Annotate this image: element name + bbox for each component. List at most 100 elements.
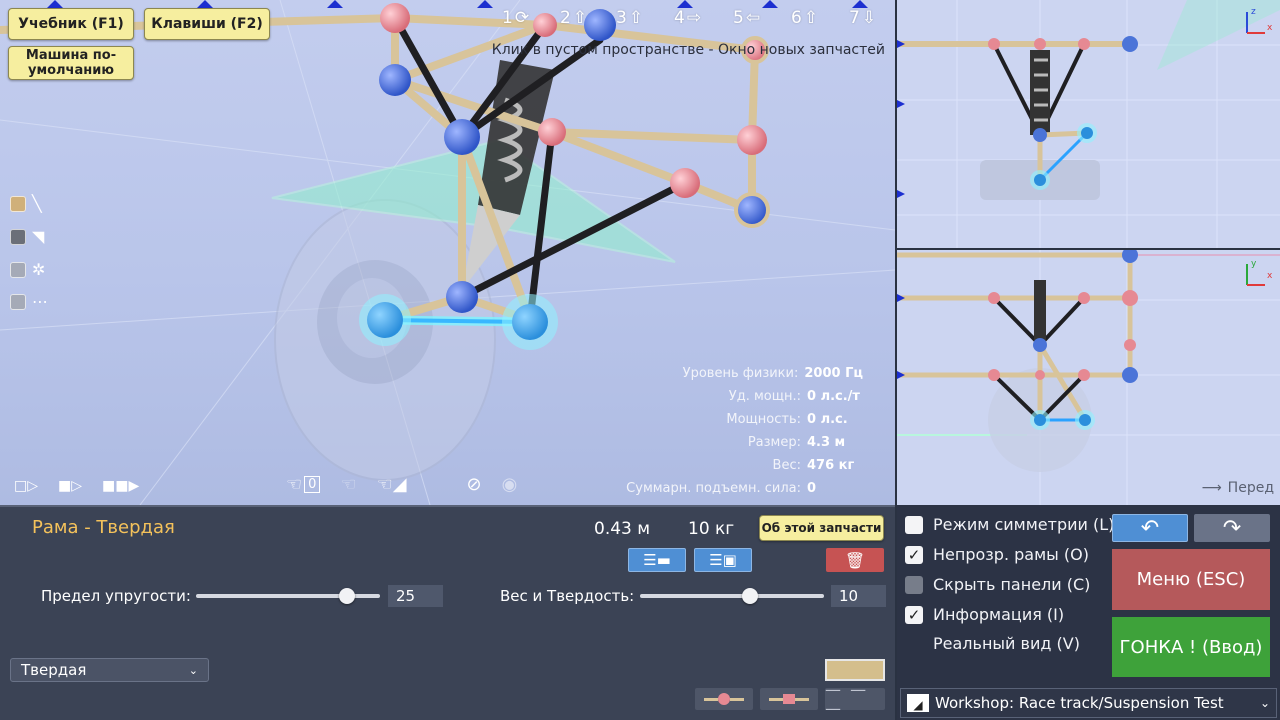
elastic-limit-slider[interactable] <box>196 588 380 604</box>
tutorial-label: Учебник (F1) <box>18 15 124 32</box>
view-3-button[interactable]: 3 ⇧ <box>616 8 643 28</box>
weight-hardness-slider[interactable] <box>640 588 824 604</box>
top-view-icon: ⇧ <box>803 8 819 28</box>
play-fast-icon[interactable]: ■■▶ <box>102 478 139 494</box>
checkmark-icon: ✓ <box>905 605 923 624</box>
view-1-label: 1 <box>502 8 513 28</box>
about-part-button[interactable]: Об этой запчасти <box>759 515 884 541</box>
part-properties-panel: Рама - Твердая 0.43 м 10 кг Об этой запч… <box>0 505 895 720</box>
diamond-view-icon: ⇧ <box>572 8 588 28</box>
track-select[interactable]: ◢ Workshop: Race track/Suspension Test ⌄ <box>900 688 1277 718</box>
stat-size-label: Размер: <box>747 435 801 450</box>
view-3-label: 3 <box>616 8 627 28</box>
menu-button[interactable]: Меню (ESC) <box>1112 549 1270 610</box>
side-view-front[interactable]: zx <box>897 0 1280 248</box>
bottom-view-icon: ⇩ <box>861 8 877 28</box>
view-7-button[interactable]: 7 ⇩ <box>849 8 876 28</box>
tool-wheel[interactable]: ✲ <box>10 260 45 279</box>
sliders-folder-icon: ☰▬ <box>643 551 671 569</box>
load-settings-button[interactable]: ☰▬ <box>628 548 686 572</box>
hide-panels-label: Скрыть панели (C) <box>933 575 1091 594</box>
parts-counter-value: 0 <box>304 476 321 493</box>
hand-shade-icon[interactable]: ☜◢ <box>377 474 407 495</box>
hand-parts-icon: ☜ <box>286 474 303 495</box>
sliders-save-icon: ☰▣ <box>709 551 737 569</box>
track-select-value: Workshop: Race track/Suspension Test <box>935 694 1224 712</box>
symmetry-checkbox[interactable]: Режим симметрии (L) <box>905 515 1114 534</box>
tool-more[interactable]: ⋯ <box>10 292 48 311</box>
tool-beam[interactable]: ╲ <box>10 194 42 213</box>
pointer-tool-icon: ◥ <box>32 227 45 246</box>
parts-counter-button[interactable]: ☜ 0 <box>286 474 321 495</box>
part-title: Рама - Твердая <box>32 517 175 538</box>
wheel-color-swatch <box>10 261 26 278</box>
right-view-icon: ⇨ <box>686 8 702 28</box>
view-6-button[interactable]: 6 ⇧ <box>791 8 818 28</box>
svg-text:x: x <box>1267 271 1273 281</box>
info-checkbox[interactable]: ✓ Информация (I) <box>905 605 1064 624</box>
material-select[interactable]: Твердая ⌄ <box>10 658 209 682</box>
hide-eye-icon[interactable]: ⊘ <box>467 474 482 495</box>
view-1-button[interactable]: 1 ⟳ <box>502 8 529 28</box>
elastic-limit-field[interactable]: 25 <box>388 585 443 607</box>
svg-text:z: z <box>1251 7 1256 17</box>
weight-hardness-field[interactable]: 10 <box>831 585 886 607</box>
trash-icon: 🗑 <box>844 550 866 570</box>
stat-specific-power-value: 0 л.с./т <box>807 389 860 404</box>
save-settings-button[interactable]: ☰▣ <box>694 548 752 572</box>
view-2-button[interactable]: 2 ⇧ <box>560 8 587 28</box>
weight-hardness-knob[interactable] <box>742 588 759 604</box>
undo-arrow-icon: ↶ <box>1140 515 1160 541</box>
main-3d-viewport[interactable]: Учебник (F1) Клавиши (F2) Машина по-умол… <box>0 0 895 505</box>
menu-button-label: Меню (ESC) <box>1136 569 1246 590</box>
hand-ghost-icon[interactable]: ☜ <box>340 474 356 495</box>
opaque-frames-label: Непрозр. рамы (O) <box>933 545 1089 564</box>
stat-row: Уд. мощн.: 0 л.с./т <box>626 385 863 408</box>
checkmark-icon: ✓ <box>905 545 923 564</box>
svg-text:x: x <box>1267 23 1273 33</box>
side-view-top[interactable]: yx ⟶ Перед <box>897 250 1280 505</box>
play-normal-icon[interactable]: ■▷ <box>58 478 82 494</box>
view-5-label: 5 <box>733 8 744 28</box>
stat-weight-value: 476 кг <box>807 458 855 473</box>
stat-specific-power-label: Уд. мощн.: <box>728 389 801 404</box>
part-color-swatch[interactable] <box>825 659 885 681</box>
more-color-swatch <box>10 293 26 310</box>
view-4-button[interactable]: 4 ⇨ <box>674 8 701 28</box>
elastic-limit-knob[interactable] <box>338 588 355 604</box>
beam-color-swatch <box>10 195 26 212</box>
speed-controls: □▷ ■▷ ■■▶ <box>14 478 139 494</box>
checkbox-box <box>905 515 923 534</box>
style-block-beam-button[interactable] <box>760 688 818 710</box>
info-label: Информация (I) <box>933 605 1065 624</box>
style-dashed-button[interactable]: — — — <box>825 680 885 718</box>
race-button[interactable]: ГОНКА ! (Ввод) <box>1112 617 1270 677</box>
opaque-frames-checkbox[interactable]: ✓ Непрозр. рамы (O) <box>905 545 1089 564</box>
mountain-image-icon: ◢ <box>907 694 929 712</box>
view-5-button[interactable]: 5 ⇦ <box>733 8 760 28</box>
stat-weight-label: Вес: <box>772 458 801 473</box>
stat-row: Суммарн. подъемн. сила: 0 <box>626 477 863 500</box>
stat-size-value: 4.3 м <box>807 435 846 450</box>
real-view-label: Реальный вид (V) <box>933 634 1080 653</box>
undo-button[interactable]: ↶ <box>1112 514 1188 542</box>
tutorial-button[interactable]: Учебник (F1) <box>8 8 134 40</box>
delete-part-button[interactable]: 🗑 <box>826 548 884 572</box>
keys-button[interactable]: Клавиши (F2) <box>144 8 270 40</box>
front-direction-label: ⟶ Перед <box>1202 480 1274 496</box>
tool-pointer[interactable]: ◥ <box>10 227 44 246</box>
redo-button[interactable]: ↷ <box>1194 514 1270 542</box>
default-car-button[interactable]: Машина по-умолчанию <box>8 46 134 80</box>
view-toggles: ☜ 0 ☜ ☜◢ ⊘ ◉ <box>286 474 517 495</box>
style-node-beam-button[interactable] <box>695 688 753 710</box>
front-view-render: zx <box>897 0 1280 248</box>
real-view-option[interactable]: Реальный вид (V) <box>933 634 1080 653</box>
beam-block-icon <box>769 694 809 704</box>
wheel-tool-icon: ✲ <box>32 260 46 279</box>
stat-downforce-label: Суммарн. подъемн. сила: <box>626 481 801 496</box>
beam-tool-icon: ╲ <box>32 194 42 213</box>
hide-panels-checkbox[interactable]: Скрыть панели (C) <box>905 575 1090 594</box>
play-slow-icon[interactable]: □▷ <box>14 478 38 494</box>
pointer-color-swatch <box>10 228 26 245</box>
eye-icon[interactable]: ◉ <box>502 474 518 495</box>
